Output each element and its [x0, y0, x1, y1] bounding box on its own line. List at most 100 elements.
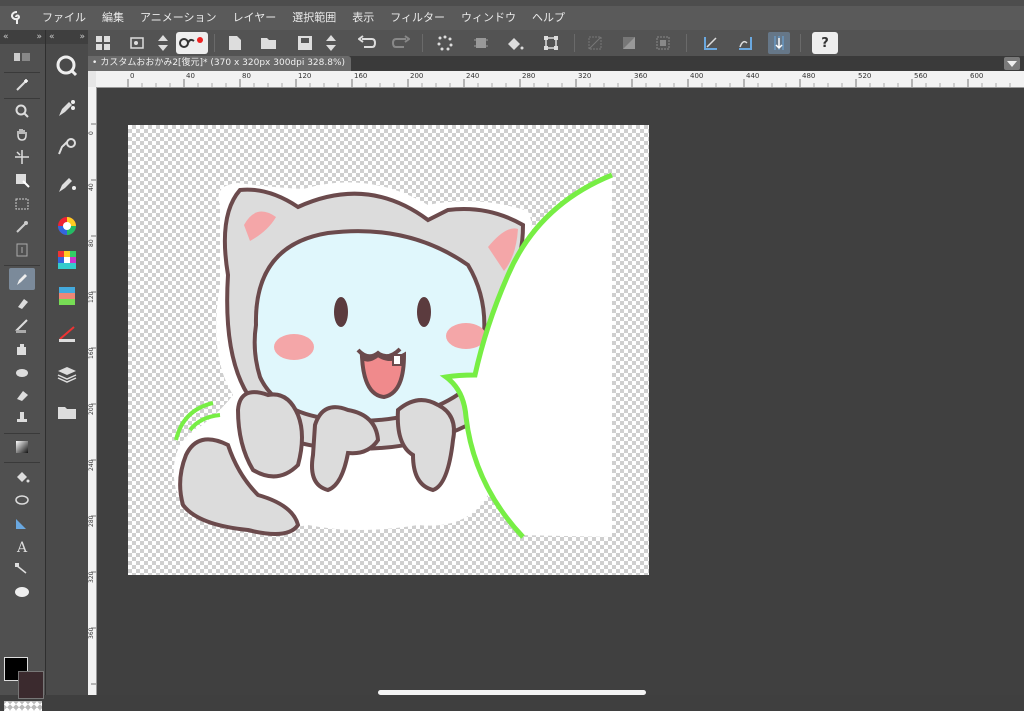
app-logo-icon[interactable] [0, 6, 34, 30]
document-tab-bar: • カスタムおおかみ2[復元]* (370 x 320px 300dpi 328.… [88, 56, 1024, 71]
divider [4, 98, 40, 99]
brush-icon[interactable] [9, 315, 35, 337]
ruler-corner [88, 71, 96, 87]
expand-selection-icon[interactable] [652, 32, 674, 54]
menu-file[interactable]: ファイル [34, 6, 94, 30]
ruler-label: 360 [634, 72, 648, 80]
object-select-icon[interactable] [9, 169, 35, 191]
hand-icon[interactable] [9, 123, 35, 145]
menu-view[interactable]: 表示 [344, 6, 382, 30]
separator [214, 34, 215, 52]
correct-line-icon[interactable] [9, 558, 35, 580]
menu-edit[interactable]: 編集 [94, 6, 132, 30]
ruler-label: 280 [522, 72, 536, 80]
collapse-right-icon[interactable]: » [79, 32, 85, 42]
ruler-label: 480 [802, 72, 816, 80]
stamp-icon[interactable] [9, 407, 35, 429]
sub-tool-icon[interactable] [52, 94, 82, 122]
menu-window[interactable]: ウィンドウ [453, 6, 524, 30]
grid-menu-icon[interactable] [92, 32, 114, 54]
help-button[interactable]: ? [812, 32, 838, 54]
palette-menu-icon[interactable] [9, 46, 35, 68]
undo-icon[interactable] [356, 32, 378, 54]
ruler-label: 120 [88, 291, 95, 303]
separator [574, 34, 575, 52]
eyedropper-icon[interactable] [9, 216, 35, 238]
transform-icon[interactable] [540, 32, 562, 54]
ruler-label: 40 [186, 72, 195, 80]
selection-rect-icon[interactable] [9, 193, 35, 215]
ruler-label: 0 [88, 131, 95, 135]
sort-arrows-icon[interactable] [152, 32, 174, 54]
ruler-label: 440 [746, 72, 760, 80]
color-wheel-icon[interactable] [52, 212, 82, 240]
gradient-icon[interactable] [9, 436, 35, 458]
palette-dock-header: « » [46, 30, 88, 44]
save-icon[interactable] [294, 32, 316, 54]
move-icon[interactable] [9, 146, 35, 168]
divider [4, 72, 40, 73]
eraser-icon[interactable] [9, 292, 35, 314]
canvas-artwork[interactable] [128, 125, 649, 575]
svg-text:A: A [16, 540, 28, 554]
tool-palette-header: « » [0, 30, 45, 44]
layer-move-icon[interactable] [9, 239, 35, 261]
clear-icon[interactable] [434, 32, 456, 54]
menu-animation[interactable]: アニメーション [132, 6, 225, 30]
save-options-arrows-icon[interactable] [320, 32, 342, 54]
new-file-icon[interactable] [224, 32, 246, 54]
collapse-left-icon[interactable]: « [49, 32, 55, 42]
airbrush-icon[interactable] [9, 338, 35, 360]
tab-close-icon[interactable]: • [92, 58, 97, 68]
text-icon[interactable]: A [9, 535, 35, 557]
balloon-icon[interactable] [9, 581, 35, 603]
pen-tool-icon[interactable] [9, 268, 35, 290]
deselect-icon[interactable] [584, 32, 606, 54]
color-history-icon[interactable] [52, 282, 82, 310]
clear-outside-icon[interactable] [470, 32, 492, 54]
zoom-icon[interactable] [9, 100, 35, 122]
snap-special-ruler-icon[interactable] [734, 32, 756, 54]
tool-property-icon[interactable] [52, 132, 82, 160]
open-file-icon[interactable] [258, 32, 280, 54]
collapse-right-icon[interactable]: » [36, 32, 42, 42]
image-edit-icon[interactable] [126, 32, 148, 54]
collapse-left-icon[interactable]: « [3, 32, 9, 42]
ruler-label: 600 [970, 72, 984, 80]
menu-filter[interactable]: フィルター [382, 6, 453, 30]
snap-ruler-icon[interactable] [700, 32, 722, 54]
separator [422, 34, 423, 52]
fill-icon[interactable] [504, 32, 526, 54]
ruler-label: 80 [88, 239, 95, 247]
ruler-label: 560 [914, 72, 928, 80]
ruler-label: 80 [242, 72, 251, 80]
navigator-icon[interactable] [52, 52, 82, 80]
document-tab[interactable]: • カスタムおおかみ2[復元]* (370 x 320px 300dpi 328.… [88, 56, 352, 71]
ruler-label: 400 [690, 72, 704, 80]
blend-icon[interactable] [9, 361, 35, 383]
snap-grid-icon[interactable] [768, 32, 790, 54]
tab-menu-button[interactable] [1004, 57, 1020, 70]
menu-help[interactable]: ヘルプ [524, 6, 573, 30]
brush-size-icon[interactable] [52, 170, 82, 198]
tool-palette: « » A [0, 30, 46, 711]
magic-wand-icon[interactable] [9, 74, 35, 96]
ellipse-icon[interactable] [9, 489, 35, 511]
layer-icon[interactable] [52, 360, 82, 388]
ruler-icon[interactable] [9, 512, 35, 534]
layer-property-icon[interactable] [52, 320, 82, 348]
transparent-color-swatch[interactable] [4, 701, 42, 711]
fill-bucket-icon[interactable] [9, 466, 35, 488]
menu-bar: ファイル 編集 アニメーション レイヤー 選択範囲 表示 フィルター ウィンドウ… [0, 6, 1024, 31]
redo-icon[interactable] [390, 32, 412, 54]
help-icon: ? [821, 35, 829, 51]
ruler-label: 200 [410, 72, 424, 80]
invert-selection-icon[interactable] [618, 32, 640, 54]
color-set-icon[interactable] [52, 246, 82, 274]
fill-eraser-icon[interactable] [9, 384, 35, 406]
material-folder-icon[interactable] [52, 398, 82, 426]
menu-layer[interactable]: レイヤー [225, 6, 285, 30]
menu-selection[interactable]: 選択範囲 [284, 6, 344, 30]
companion-mode-button[interactable] [176, 32, 208, 54]
home-indicator[interactable] [378, 690, 646, 695]
